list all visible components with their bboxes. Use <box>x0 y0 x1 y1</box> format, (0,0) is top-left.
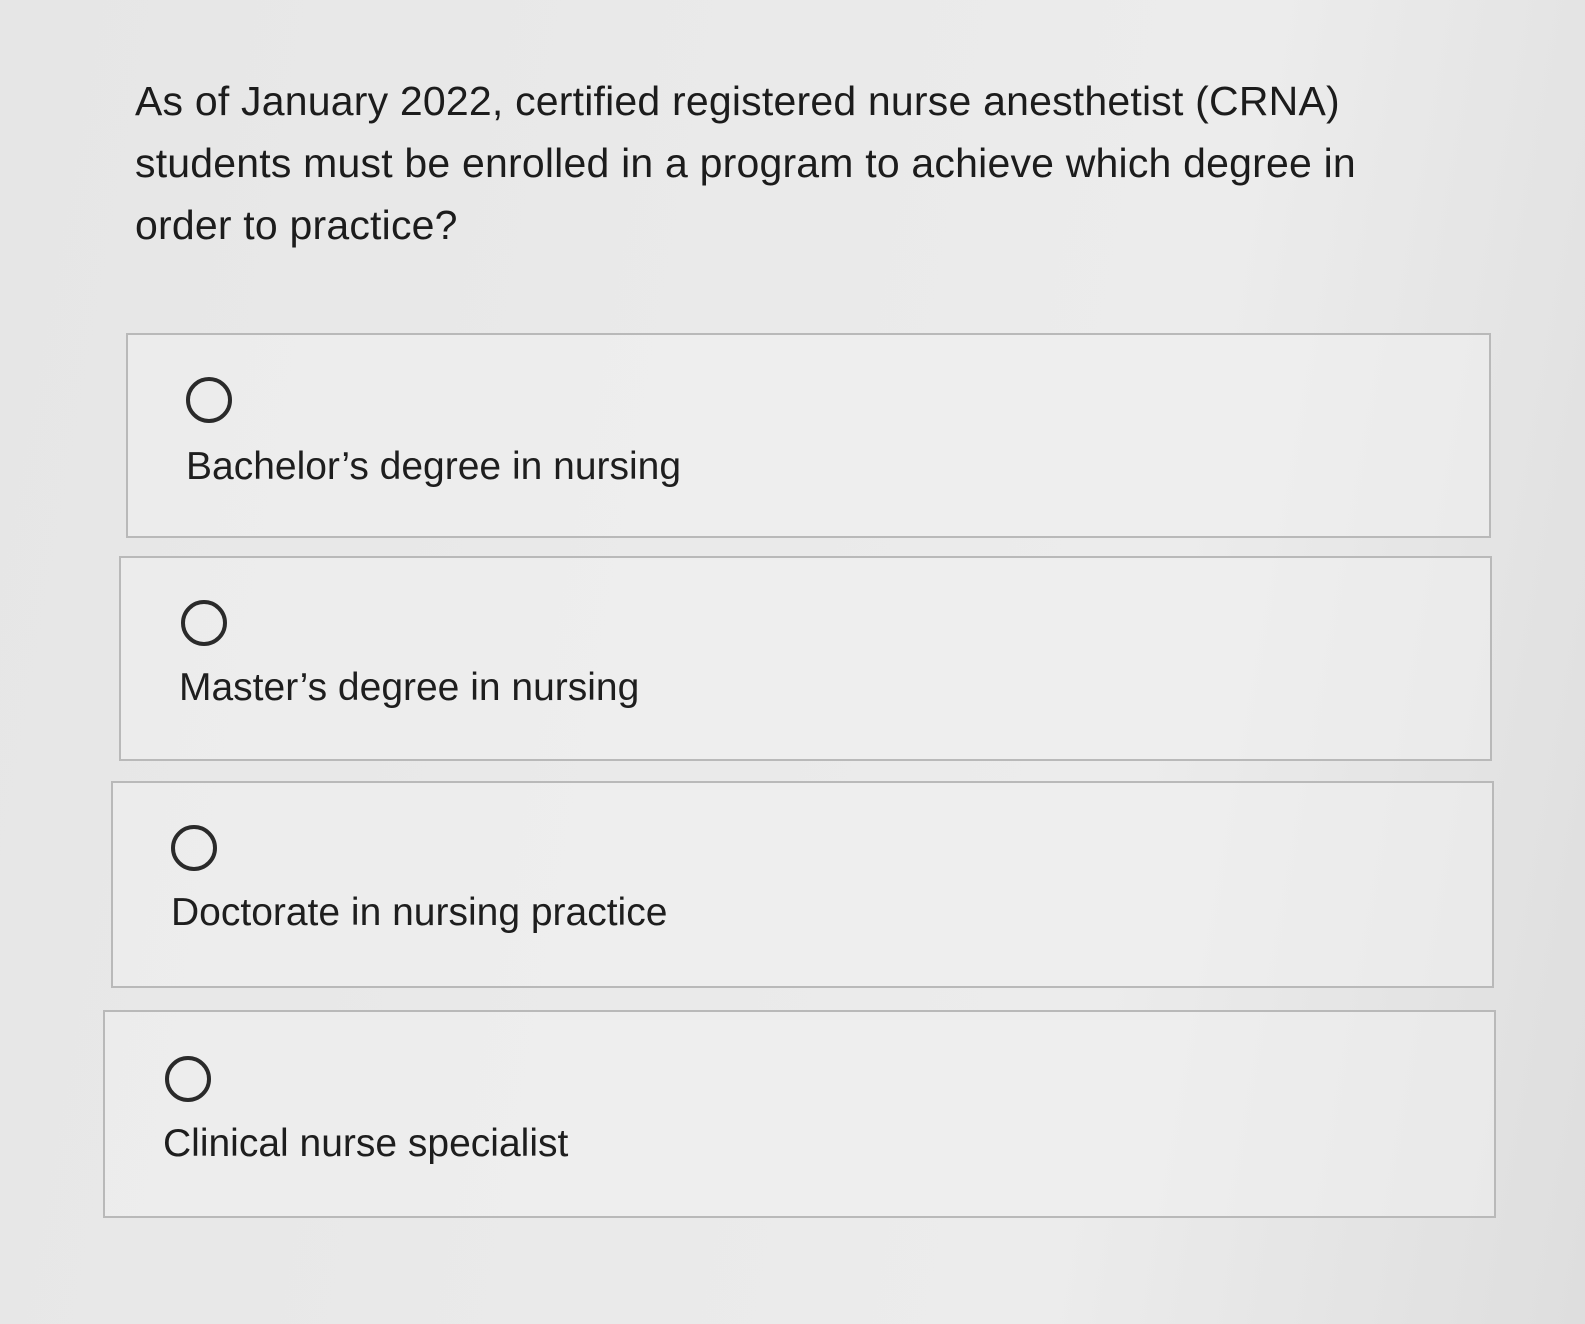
answer-option-label: Doctorate in nursing practice <box>171 891 668 934</box>
radio-button-icon[interactable] <box>165 1056 211 1102</box>
answer-option-label: Bachelor’s degree in nursing <box>186 445 682 488</box>
answer-option-2[interactable]: Master’s degree in nursing <box>119 556 1492 761</box>
radio-button-icon[interactable] <box>171 825 217 871</box>
answer-option-1[interactable]: Bachelor’s degree in nursing <box>126 333 1491 538</box>
radio-button-icon[interactable] <box>181 600 227 646</box>
answer-option-3[interactable]: Doctorate in nursing practice <box>111 781 1494 988</box>
answer-option-4[interactable]: Clinical nurse specialist <box>103 1010 1496 1218</box>
question-text: As of January 2022, certified registered… <box>135 78 1356 248</box>
answer-option-label: Master’s degree in nursing <box>179 666 640 709</box>
radio-button-icon[interactable] <box>186 377 232 423</box>
answer-option-label: Clinical nurse specialist <box>163 1122 569 1165</box>
